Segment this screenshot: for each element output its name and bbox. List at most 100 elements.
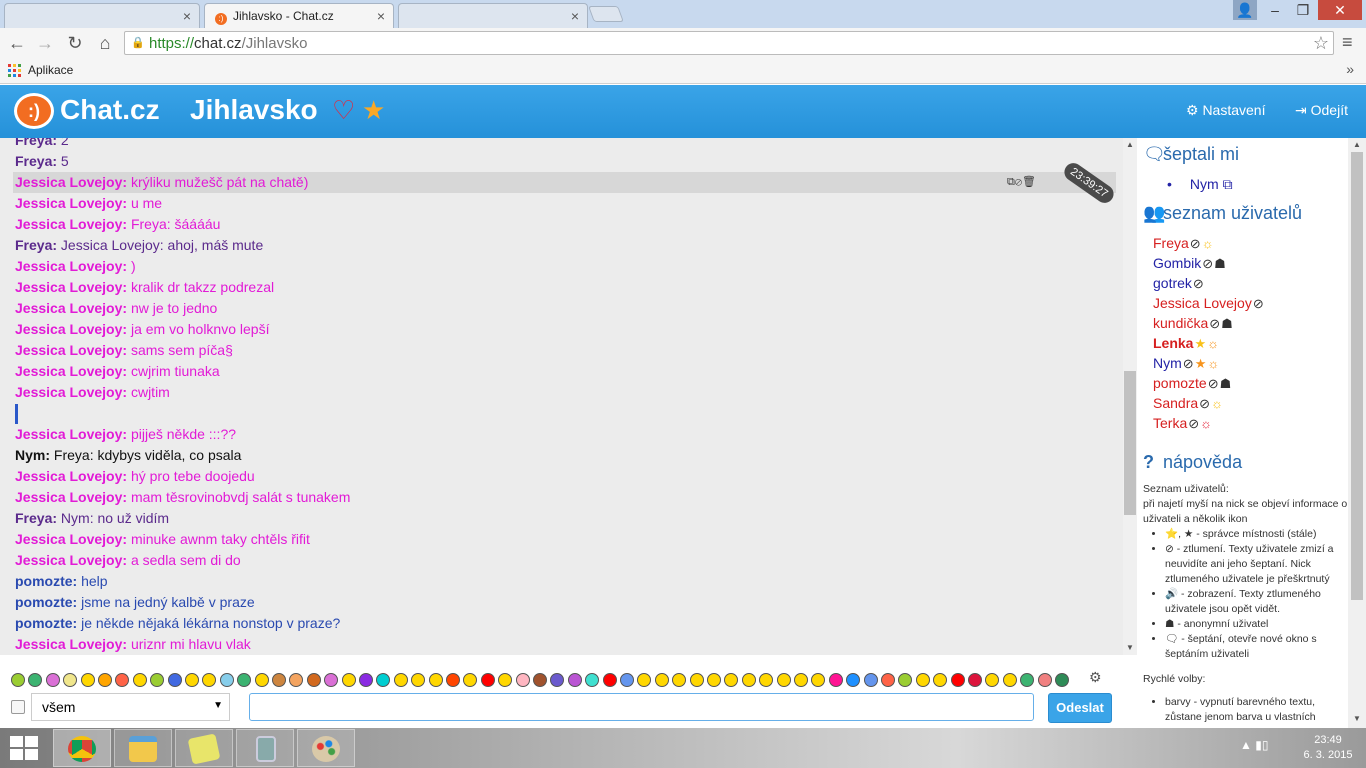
favorite-star-icon[interactable]: ★: [362, 95, 385, 126]
emoticon-icon[interactable]: [237, 673, 252, 687]
emoticon-icon[interactable]: [533, 673, 547, 687]
emoticon-icon[interactable]: [272, 673, 286, 687]
user-list-item[interactable]: gotrek⊘: [1153, 273, 1204, 293]
emoticon-icon[interactable]: [898, 673, 913, 687]
message-nick[interactable]: Jessica Lovejoy:: [15, 531, 127, 547]
chat-message[interactable]: Jessica Lovejoy: a sedla sem di do: [15, 550, 241, 571]
scroll-up-icon[interactable]: ▲: [1348, 140, 1366, 149]
chat-scroll-thumb[interactable]: [1124, 371, 1136, 515]
emoticon-icon[interactable]: [324, 673, 339, 687]
sidebar-scroll-thumb[interactable]: [1351, 152, 1363, 600]
emoticon-icon[interactable]: [11, 673, 25, 687]
message-nick[interactable]: Jessica Lovejoy:: [15, 216, 127, 232]
url-input[interactable]: 🔒 https://chat.cz/Jihlavsko ☆: [124, 31, 1334, 55]
brand-name[interactable]: Chat.cz: [60, 94, 160, 126]
message-nick[interactable]: Jessica Lovejoy:: [15, 552, 127, 568]
user-list-item[interactable]: pomozte⊘☗: [1153, 373, 1231, 393]
scroll-down-icon[interactable]: ▼: [1123, 643, 1137, 652]
user-nick[interactable]: gotrek: [1153, 275, 1192, 291]
emoticon-icon[interactable]: [480, 673, 495, 687]
mute-icon[interactable]: ⊘: [1190, 236, 1201, 251]
browser-tab-2[interactable]: :) Jihlavsko - Chat.cz ×: [204, 3, 394, 28]
chat-message[interactable]: Freya: Nym: no už vidím: [15, 508, 169, 529]
emoticon-icon[interactable]: [846, 673, 861, 687]
emoticon-icon[interactable]: [672, 673, 687, 687]
message-input[interactable]: [249, 693, 1034, 721]
emoticon-icon[interactable]: [306, 673, 321, 687]
emoticon-icon[interactable]: [463, 673, 478, 687]
chat-message[interactable]: Jessica Lovejoy: cwjrim tiunaka: [15, 361, 220, 382]
leave-link[interactable]: ⇥ Odejít: [1295, 102, 1348, 119]
browser-tab-3[interactable]: ×: [398, 3, 588, 28]
message-nick[interactable]: Freya:: [15, 138, 57, 148]
emoticon-icon[interactable]: [741, 673, 756, 687]
close-tab-icon[interactable]: ×: [183, 8, 191, 24]
emoticon-icon[interactable]: [428, 673, 443, 687]
message-nick[interactable]: Jessica Lovejoy:: [15, 426, 127, 442]
emoticon-icon[interactable]: [567, 673, 582, 687]
whisper-user-nym[interactable]: Nym ⧉: [1167, 176, 1233, 193]
message-nick[interactable]: Jessica Lovejoy:: [15, 300, 127, 316]
emoticon-icon[interactable]: [45, 673, 60, 687]
emoticon-icon[interactable]: [950, 673, 965, 687]
mute-icon[interactable]: ⊘: [1188, 416, 1199, 431]
menu-icon[interactable]: ≡: [1342, 32, 1353, 53]
emoticon-icon[interactable]: [828, 673, 843, 687]
emoticon-icon[interactable]: [1002, 673, 1017, 687]
user-nick[interactable]: Gombik: [1153, 255, 1201, 271]
emoticon-icon[interactable]: [689, 673, 704, 687]
chat-message[interactable]: Jessica Lovejoy: kralik dr takzz podreza…: [15, 277, 274, 298]
chat-message[interactable]: Freya: 5: [15, 151, 69, 172]
new-tab-button[interactable]: [588, 6, 624, 22]
emoticon-icon[interactable]: [933, 673, 948, 687]
system-tray[interactable]: ▲ ▮▯: [1240, 738, 1268, 752]
emoticon-icon[interactable]: [289, 673, 304, 687]
sidebar-scrollbar[interactable]: ▲ ▼: [1348, 138, 1366, 728]
settings-link[interactable]: ⚙ Nastavení: [1186, 102, 1265, 119]
user-profile-icon[interactable]: 👤: [1233, 0, 1257, 20]
emoticon-icon[interactable]: [115, 673, 130, 687]
message-nick[interactable]: Jessica Lovejoy:: [15, 342, 127, 358]
calculator-taskbar-icon[interactable]: [236, 729, 294, 767]
gear-icon[interactable]: ⚙: [1089, 669, 1102, 686]
chat-message[interactable]: pomozte: jsme na jedný kalbě v praze: [15, 592, 255, 613]
user-nick[interactable]: Lenka: [1153, 335, 1193, 351]
mute-icon[interactable]: ⊘: [1183, 356, 1194, 371]
mute-icon[interactable]: ⊘: [1193, 276, 1204, 291]
emoticon-icon[interactable]: [359, 673, 373, 687]
sticky-notes-taskbar-icon[interactable]: [175, 729, 233, 767]
user-list-item[interactable]: Terka⊘☼: [1153, 413, 1212, 433]
emoticon-icon[interactable]: [794, 673, 808, 687]
emoticon-icon[interactable]: [393, 673, 408, 687]
emoticon-icon[interactable]: [150, 673, 165, 687]
emoticon-icon[interactable]: [63, 673, 78, 687]
emoticon-icon[interactable]: [498, 673, 513, 687]
minimize-button[interactable]: –: [1262, 0, 1288, 20]
message-nick[interactable]: Jessica Lovejoy:: [15, 384, 127, 400]
chat-message[interactable]: pomozte: help: [15, 571, 108, 592]
bookmarks-more-icon[interactable]: »: [1346, 61, 1354, 77]
chat-logo-icon[interactable]: :): [14, 93, 54, 129]
user-nick[interactable]: Freya: [1153, 235, 1189, 251]
reload-icon[interactable]: ↻: [64, 32, 86, 54]
message-nick[interactable]: Jessica Lovejoy:: [15, 195, 127, 211]
emoticon-icon[interactable]: [219, 673, 234, 687]
user-list-item[interactable]: Jessica Lovejoy⊘: [1153, 293, 1264, 313]
emoticon-icon[interactable]: [80, 673, 95, 687]
message-nick[interactable]: Jessica Lovejoy:: [15, 468, 127, 484]
paint-taskbar-icon[interactable]: [297, 729, 355, 767]
emoticon-icon[interactable]: [446, 673, 460, 687]
chat-message[interactable]: Jessica Lovejoy: cwjtim: [15, 382, 170, 403]
emoticon-icon[interactable]: [985, 673, 1000, 687]
message-nick[interactable]: Jessica Lovejoy:: [15, 174, 127, 190]
chat-message[interactable]: Jessica Lovejoy: pijješ někde :::??: [15, 424, 236, 445]
message-nick[interactable]: Jessica Lovejoy:: [15, 363, 127, 379]
message-nick[interactable]: pomozte:: [15, 615, 77, 631]
message-nick[interactable]: Freya:: [15, 510, 57, 526]
emoticon-icon[interactable]: [776, 673, 791, 687]
message-nick[interactable]: Jessica Lovejoy:: [15, 279, 127, 295]
emoticon-icon[interactable]: [376, 673, 391, 687]
user-nick[interactable]: pomozte: [1153, 375, 1207, 391]
user-list-item[interactable]: Gombik⊘☗: [1153, 253, 1226, 273]
forward-arrow-icon[interactable]: →: [34, 32, 56, 54]
